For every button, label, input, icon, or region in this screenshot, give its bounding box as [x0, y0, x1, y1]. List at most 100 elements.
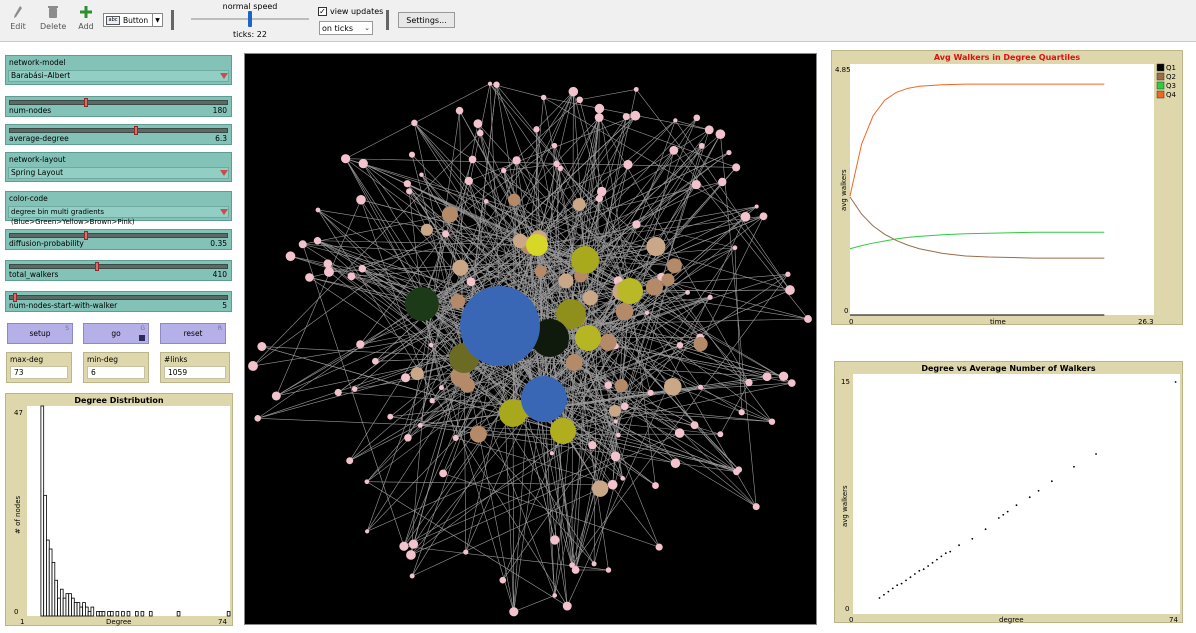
network-node[interactable]	[759, 212, 768, 221]
network-node[interactable]	[500, 167, 507, 174]
slider-thumb[interactable]	[84, 231, 89, 240]
network-node[interactable]	[285, 251, 296, 262]
network-node[interactable]	[646, 237, 666, 257]
update-mode-select[interactable]: on ticks ⌄	[319, 21, 373, 35]
network-node[interactable]	[740, 211, 751, 222]
network-node[interactable]	[591, 561, 597, 567]
network-node[interactable]	[347, 272, 356, 281]
network-node[interactable]	[411, 119, 418, 127]
network-node[interactable]	[704, 125, 714, 135]
network-node[interactable]	[441, 206, 459, 223]
network-node[interactable]	[404, 434, 412, 442]
network-node[interactable]	[473, 119, 483, 129]
network-node[interactable]	[419, 172, 424, 177]
network-node[interactable]	[568, 86, 579, 97]
network-node[interactable]	[483, 199, 489, 204]
network-node[interactable]	[403, 180, 411, 188]
network-node[interactable]	[346, 457, 354, 465]
network-node[interactable]	[569, 562, 575, 568]
settings-button[interactable]: Settings...	[398, 12, 455, 28]
network-node[interactable]	[588, 440, 597, 450]
network-node[interactable]	[358, 158, 368, 169]
network-node[interactable]	[608, 404, 621, 417]
network-node[interactable]	[469, 425, 487, 443]
network-node[interactable]	[298, 240, 307, 249]
setup-button[interactable]: setup S	[7, 323, 73, 344]
network-node[interactable]	[572, 197, 586, 211]
network-node[interactable]	[405, 287, 439, 321]
network-node[interactable]	[690, 421, 699, 430]
network-node[interactable]	[452, 434, 459, 441]
network-node[interactable]	[754, 204, 759, 209]
network-node[interactable]	[549, 451, 555, 456]
network-node[interactable]	[738, 409, 745, 416]
network-node[interactable]	[351, 386, 358, 392]
network-node[interactable]	[512, 156, 521, 165]
network-node[interactable]	[693, 336, 708, 352]
network-node[interactable]	[707, 294, 713, 300]
network-node[interactable]	[406, 188, 413, 195]
network-node[interactable]	[673, 118, 678, 123]
network-node[interactable]	[313, 237, 322, 245]
network-node[interactable]	[652, 482, 659, 489]
network-node[interactable]	[745, 378, 753, 387]
network-node[interactable]	[647, 389, 654, 396]
network-node[interactable]	[733, 468, 740, 476]
network-node[interactable]	[726, 149, 732, 156]
network-node[interactable]	[610, 451, 621, 462]
network-node[interactable]	[365, 529, 370, 534]
network-node[interactable]	[614, 379, 628, 393]
network-node[interactable]	[534, 265, 547, 278]
add-button[interactable]: Add	[77, 4, 95, 31]
network-node[interactable]	[305, 273, 314, 282]
average-degree-slider[interactable]: average-degree 6.3	[5, 124, 232, 145]
num-nodes-slider[interactable]: num-nodes 180	[5, 96, 232, 117]
network-node[interactable]	[248, 361, 258, 371]
widget-type-select[interactable]: abc Button ▼	[103, 13, 163, 27]
network-node[interactable]	[717, 431, 724, 438]
network-node[interactable]	[785, 285, 795, 295]
network-node[interactable]	[315, 207, 321, 213]
network-node[interactable]	[401, 373, 411, 383]
network-node[interactable]	[645, 278, 664, 296]
network-node[interactable]	[605, 567, 612, 573]
network-node[interactable]	[785, 271, 791, 277]
network-node[interactable]	[644, 310, 650, 316]
network-node[interactable]	[655, 543, 663, 551]
network-node[interactable]	[356, 340, 365, 349]
network-node[interactable]	[594, 103, 605, 114]
network-node[interactable]	[254, 415, 261, 422]
network-node[interactable]	[666, 258, 682, 274]
network-node[interactable]	[674, 428, 685, 438]
network-node[interactable]	[551, 142, 558, 149]
network-node[interactable]	[439, 469, 448, 478]
slider-thumb[interactable]	[95, 262, 99, 271]
network-node[interactable]	[324, 266, 334, 277]
network-node[interactable]	[452, 259, 469, 276]
color-code-chooser[interactable]: color-code degree bin multi gradients (B…	[5, 191, 232, 226]
network-node[interactable]	[630, 110, 641, 121]
network-node[interactable]	[526, 234, 548, 256]
network-node[interactable]	[565, 354, 583, 371]
network-node[interactable]	[408, 151, 416, 158]
network-node[interactable]	[604, 381, 613, 389]
network-node[interactable]	[463, 549, 469, 555]
network-node[interactable]	[410, 367, 424, 381]
network-node[interactable]	[417, 422, 423, 428]
network-node[interactable]	[429, 398, 435, 404]
network-node[interactable]	[562, 601, 572, 611]
network-node[interactable]	[732, 163, 741, 172]
network-node[interactable]	[356, 194, 366, 205]
edit-button[interactable]: Edit	[9, 4, 27, 31]
network-node[interactable]	[591, 480, 609, 497]
slider-thumb[interactable]	[84, 98, 89, 107]
network-node[interactable]	[493, 81, 500, 88]
network-node[interactable]	[364, 479, 370, 485]
network-node[interactable]	[620, 402, 629, 411]
network-node[interactable]	[499, 576, 507, 584]
network-node[interactable]	[552, 593, 557, 598]
view-updates-checkbox[interactable]: ✓ view updates	[318, 7, 383, 16]
network-node[interactable]	[617, 278, 643, 304]
network-node[interactable]	[442, 230, 450, 238]
network-node[interactable]	[762, 372, 772, 382]
